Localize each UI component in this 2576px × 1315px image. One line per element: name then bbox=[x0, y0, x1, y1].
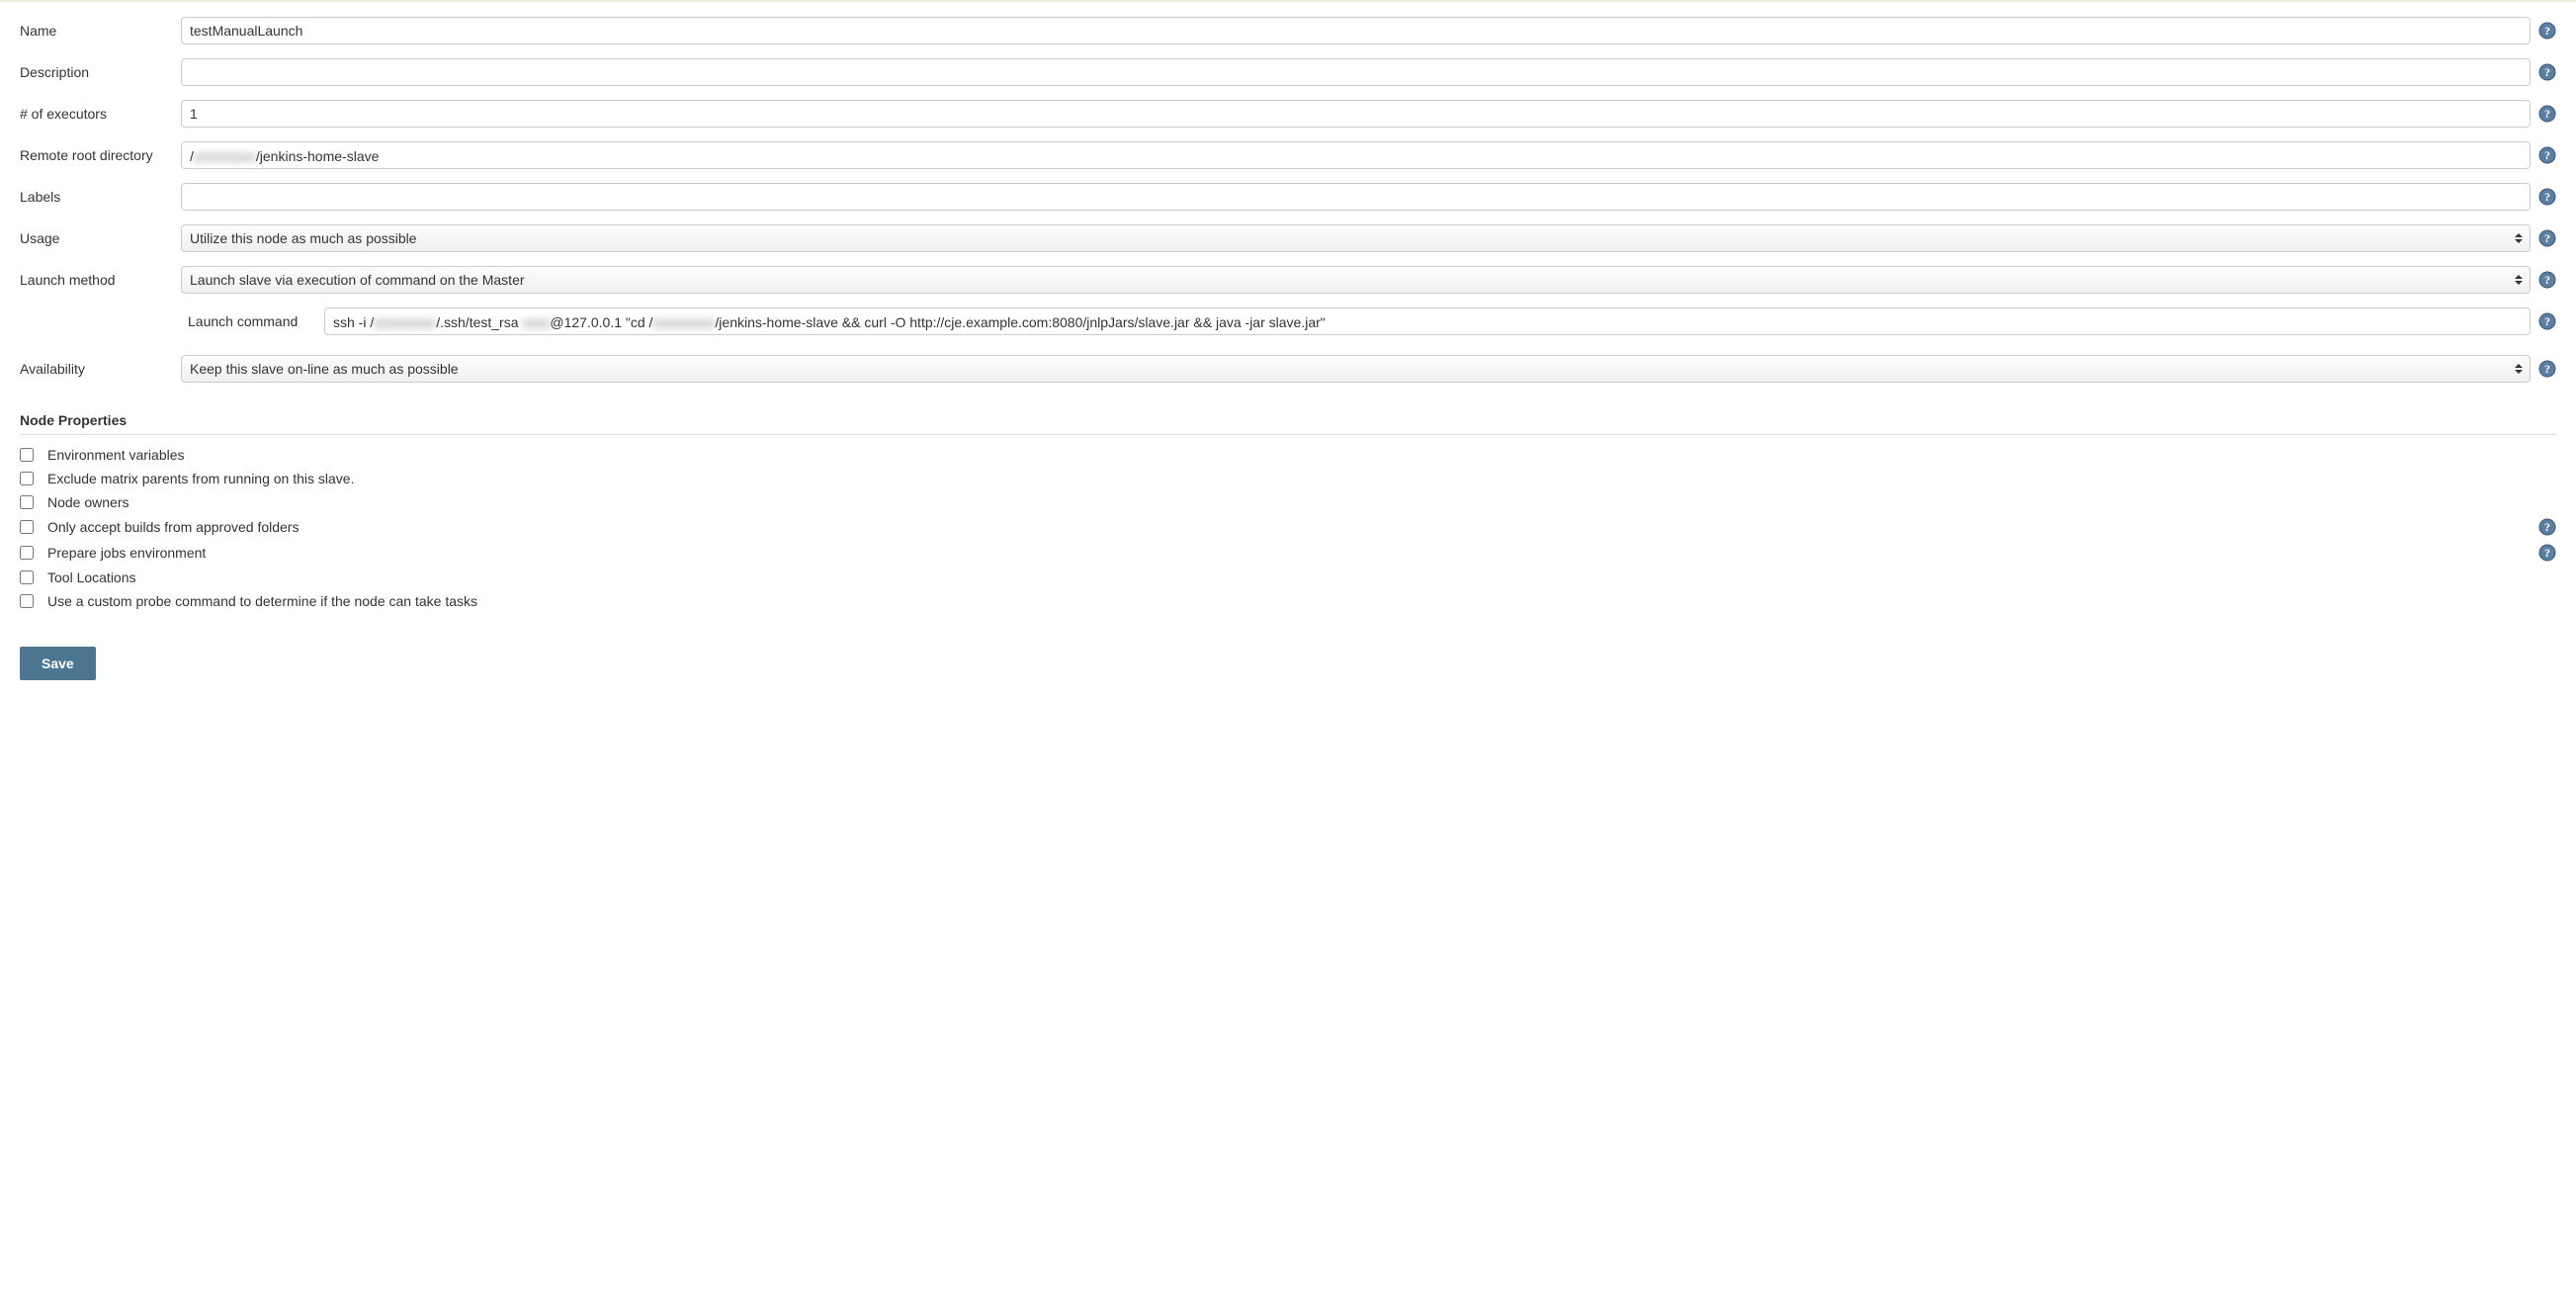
check-custom-probe: Use a custom probe command to determine … bbox=[20, 593, 2556, 609]
help-icon[interactable]: ? bbox=[2538, 544, 2556, 562]
availability-select[interactable]: Keep this slave on-line as much as possi… bbox=[181, 355, 2531, 383]
label-description: Description bbox=[20, 64, 173, 80]
row-launch-method: Launch method Launch slave via execution… bbox=[20, 266, 2556, 294]
top-border bbox=[0, 0, 2576, 2]
checkbox-node-owners[interactable] bbox=[20, 495, 34, 509]
checkbox-exclude-matrix[interactable] bbox=[20, 472, 34, 485]
label-name: Name bbox=[20, 23, 173, 39]
check-env-variables: Environment variables bbox=[20, 447, 2556, 463]
label-launch-command: Launch command bbox=[188, 313, 316, 329]
svg-text:?: ? bbox=[2544, 520, 2550, 534]
description-input[interactable] bbox=[181, 58, 2531, 86]
svg-text:?: ? bbox=[2544, 362, 2550, 376]
label-remote-root: Remote root directory bbox=[20, 147, 173, 163]
checkbox-approved-folders[interactable] bbox=[20, 520, 34, 534]
label-executors: # of executors bbox=[20, 106, 173, 122]
labels-input[interactable] bbox=[181, 183, 2531, 211]
check-exclude-matrix: Exclude matrix parents from running on t… bbox=[20, 471, 2556, 486]
row-description: Description ? bbox=[20, 58, 2556, 86]
checkbox-prepare-jobs-env[interactable] bbox=[20, 546, 34, 560]
check-label: Prepare jobs environment bbox=[47, 545, 2531, 561]
svg-text:?: ? bbox=[2544, 148, 2550, 162]
divider bbox=[20, 434, 2556, 435]
launch-method-select[interactable]: Launch slave via execution of command on… bbox=[181, 266, 2531, 294]
row-availability: Availability Keep this slave on-line as … bbox=[20, 355, 2556, 383]
save-button[interactable]: Save bbox=[20, 647, 96, 680]
row-executors: # of executors ? bbox=[20, 100, 2556, 128]
label-labels: Labels bbox=[20, 189, 173, 205]
check-label: Only accept builds from approved folders bbox=[47, 519, 2531, 535]
row-remote-root: Remote root directory /xxxxxxxxx/jenkins… bbox=[20, 141, 2556, 169]
launch-command-input[interactable]: ssh -i /xxxxxxxxx/.ssh/test_rsa xxxx@127… bbox=[324, 307, 2531, 335]
check-prepare-jobs-env: Prepare jobs environment ? bbox=[20, 544, 2556, 562]
name-input[interactable] bbox=[181, 17, 2531, 44]
check-label: Tool Locations bbox=[47, 570, 2531, 585]
row-labels: Labels ? bbox=[20, 183, 2556, 211]
help-icon[interactable]: ? bbox=[2538, 188, 2556, 206]
row-usage: Usage Utilize this node as much as possi… bbox=[20, 224, 2556, 252]
help-icon[interactable]: ? bbox=[2538, 229, 2556, 247]
help-icon[interactable]: ? bbox=[2538, 312, 2556, 330]
help-icon[interactable]: ? bbox=[2538, 105, 2556, 123]
usage-select[interactable]: Utilize this node as much as possible bbox=[181, 224, 2531, 252]
help-icon[interactable]: ? bbox=[2538, 360, 2556, 378]
svg-text:?: ? bbox=[2544, 314, 2550, 328]
checkbox-tool-locations[interactable] bbox=[20, 570, 34, 584]
help-icon[interactable]: ? bbox=[2538, 22, 2556, 40]
check-label: Exclude matrix parents from running on t… bbox=[47, 471, 2531, 486]
remote-root-input[interactable]: /xxxxxxxxx/jenkins-home-slave bbox=[181, 141, 2531, 169]
svg-text:?: ? bbox=[2544, 190, 2550, 204]
row-name: Name ? bbox=[20, 17, 2556, 44]
svg-text:?: ? bbox=[2544, 273, 2550, 287]
label-launch-method: Launch method bbox=[20, 272, 173, 288]
row-launch-command: Launch command ssh -i /xxxxxxxxx/.ssh/te… bbox=[20, 307, 2556, 335]
check-tool-locations: Tool Locations bbox=[20, 570, 2556, 585]
svg-text:?: ? bbox=[2544, 546, 2550, 560]
check-label: Node owners bbox=[47, 494, 2531, 510]
help-icon[interactable]: ? bbox=[2538, 271, 2556, 289]
check-node-owners: Node owners bbox=[20, 494, 2556, 510]
help-icon[interactable]: ? bbox=[2538, 146, 2556, 164]
help-icon[interactable]: ? bbox=[2538, 63, 2556, 81]
check-label: Use a custom probe command to determine … bbox=[47, 593, 2531, 609]
label-availability: Availability bbox=[20, 361, 173, 377]
label-usage: Usage bbox=[20, 230, 173, 246]
svg-text:?: ? bbox=[2544, 231, 2550, 245]
svg-text:?: ? bbox=[2544, 107, 2550, 121]
executors-input[interactable] bbox=[181, 100, 2531, 128]
checkbox-env-variables[interactable] bbox=[20, 448, 34, 462]
help-icon[interactable]: ? bbox=[2538, 518, 2556, 536]
check-label: Environment variables bbox=[47, 447, 2531, 463]
svg-text:?: ? bbox=[2544, 65, 2550, 79]
checkbox-custom-probe[interactable] bbox=[20, 594, 34, 608]
check-approved-folders: Only accept builds from approved folders… bbox=[20, 518, 2556, 536]
node-properties-heading: Node Properties bbox=[20, 412, 2556, 428]
svg-text:?: ? bbox=[2544, 24, 2550, 38]
